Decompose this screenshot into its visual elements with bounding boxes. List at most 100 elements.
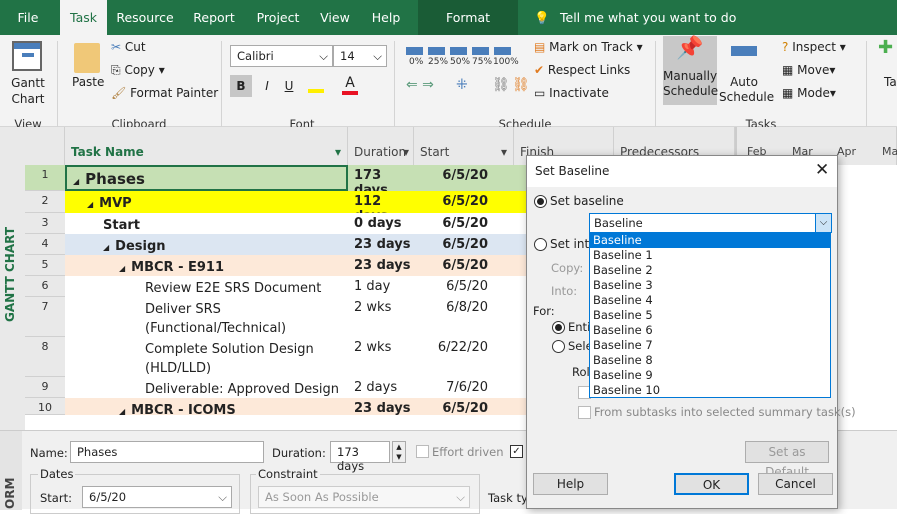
- outdent-icon[interactable]: ⇐ ⇒: [406, 77, 434, 93]
- collapse-triangle-icon[interactable]: ◢: [87, 200, 93, 209]
- task-name-cell[interactable]: Deliverable: Approved Design: [65, 377, 348, 398]
- row-number[interactable]: 8: [25, 337, 65, 377]
- set-interim-radio[interactable]: [534, 238, 547, 251]
- start-date-input[interactable]: 6/5/20 ⌵: [82, 486, 232, 508]
- column-start[interactable]: Start ▾: [414, 127, 514, 165]
- chevron-down-icon[interactable]: ⌵: [815, 214, 831, 232]
- start-cell[interactable]: 6/5/20: [414, 255, 514, 276]
- percent-25-button[interactable]: [428, 47, 445, 55]
- cancel-button[interactable]: Cancel: [758, 473, 833, 495]
- row-number[interactable]: 1: [25, 165, 65, 191]
- baseline-option[interactable]: Baseline 9: [590, 368, 830, 383]
- set-as-default-button[interactable]: Set as Default: [745, 441, 829, 479]
- task-name-cell[interactable]: Review E2E SRS Document: [65, 276, 348, 297]
- baseline-option[interactable]: Baseline 5: [590, 308, 830, 323]
- tab-report[interactable]: Report: [186, 0, 242, 35]
- highlight-color-icon[interactable]: [308, 77, 324, 93]
- collapse-triangle-icon[interactable]: ◢: [119, 264, 125, 273]
- inspect-button[interactable]: ? Inspect ▾: [782, 40, 846, 54]
- percent-50-button[interactable]: [450, 47, 467, 55]
- percent-0-button[interactable]: [406, 47, 423, 55]
- baseline-option[interactable]: Baseline 10: [590, 383, 830, 398]
- baseline-option[interactable]: Baseline 1: [590, 248, 830, 263]
- task-name-cell[interactable]: ◢ MBCR - E911: [65, 255, 348, 276]
- tell-me-search[interactable]: Tell me what you want to do: [560, 0, 736, 35]
- tab-resource[interactable]: Resource: [112, 0, 178, 35]
- bold-button[interactable]: B: [230, 75, 252, 97]
- row-number[interactable]: 5: [25, 255, 65, 276]
- duration-cell[interactable]: 23 days: [348, 398, 414, 416]
- column-task-name[interactable]: Task Name ▾: [65, 127, 348, 165]
- start-cell[interactable]: 6/5/20: [414, 165, 514, 191]
- italic-button[interactable]: I: [256, 75, 278, 97]
- duration-input[interactable]: 173 days: [330, 441, 390, 473]
- collapse-triangle-icon[interactable]: ◢: [103, 243, 109, 252]
- duration-cell[interactable]: 2 wks: [348, 337, 414, 377]
- baseline-select[interactable]: Baseline ⌵: [589, 213, 832, 233]
- task-name-cell[interactable]: Start: [65, 213, 348, 234]
- duration-cell[interactable]: 2 wks: [348, 297, 414, 337]
- tab-task[interactable]: Task: [60, 0, 107, 35]
- effort-driven-checkbox[interactable]: [416, 445, 429, 458]
- auto-schedule-button[interactable]: Auto Schedule: [719, 36, 774, 105]
- entire-project-radio[interactable]: [552, 321, 565, 334]
- font-size-select[interactable]: 14 ⌵: [333, 45, 387, 67]
- close-icon[interactable]: ✕: [815, 160, 829, 180]
- copy-button[interactable]: ⎘ Copy ▾: [111, 63, 165, 78]
- select-all-corner[interactable]: [25, 127, 65, 165]
- unlink-icon[interactable]: ⛓: [512, 77, 530, 93]
- tab-file[interactable]: File: [6, 0, 50, 35]
- paste-button[interactable]: Paste: [72, 75, 104, 89]
- font-color-button[interactable]: A: [342, 75, 358, 95]
- dropdown-arrow-icon[interactable]: ▾: [501, 145, 507, 159]
- task-button[interactable]: Ta: [884, 75, 897, 89]
- start-cell[interactable]: 6/8/20: [414, 297, 514, 337]
- respect-links-button[interactable]: ✔ Respect Links: [534, 63, 630, 77]
- manually-scheduled-checkbox[interactable]: ✓: [510, 445, 523, 458]
- from-subtasks-checkbox[interactable]: [578, 406, 591, 419]
- collapse-triangle-icon[interactable]: ◢: [73, 177, 79, 186]
- selected-tasks-radio[interactable]: [552, 340, 565, 353]
- move-button[interactable]: ▦ Move▾: [782, 63, 835, 77]
- column-duration[interactable]: Duration ▾: [348, 127, 414, 165]
- task-name-cell[interactable]: ◢ MVP: [65, 191, 348, 213]
- duration-cell[interactable]: 1 day: [348, 276, 414, 297]
- link-icon[interactable]: ⛓: [492, 77, 510, 93]
- baseline-option[interactable]: Baseline: [590, 233, 830, 248]
- task-name-cell[interactable]: ◢ Phases: [65, 165, 348, 191]
- split-task-icon[interactable]: ⁜: [456, 77, 468, 93]
- dropdown-arrow-icon[interactable]: ▾: [335, 145, 341, 159]
- start-cell[interactable]: 6/5/20: [414, 398, 514, 416]
- start-cell[interactable]: 6/5/20: [414, 213, 514, 234]
- duration-cell[interactable]: 2 days: [348, 377, 414, 398]
- task-name-cell[interactable]: ◢ MBCR - ICOMS: [65, 398, 348, 418]
- percent-75-button[interactable]: [472, 47, 489, 55]
- row-number[interactable]: 3: [25, 213, 65, 234]
- tab-view[interactable]: View: [314, 0, 356, 35]
- name-input[interactable]: Phases: [70, 441, 264, 463]
- mark-on-track-button[interactable]: ▤ Mark on Track ▾: [534, 40, 643, 54]
- inactivate-button[interactable]: ▭ Inactivate: [534, 86, 609, 100]
- collapse-triangle-icon[interactable]: ◢: [119, 407, 125, 416]
- row-number[interactable]: 9: [25, 377, 65, 398]
- row-number[interactable]: 6: [25, 276, 65, 297]
- duration-cell[interactable]: 0 days: [348, 213, 414, 234]
- row-number[interactable]: 7: [25, 297, 65, 337]
- cut-button[interactable]: ✂ Cut: [111, 40, 146, 54]
- add-task-icon[interactable]: ✚: [878, 37, 893, 58]
- start-cell[interactable]: 6/5/20: [414, 276, 514, 297]
- mode-button[interactable]: ▦ Mode▾: [782, 86, 836, 100]
- task-name-cell[interactable]: Deliver SRS (Functional/Technical): [65, 297, 348, 337]
- baseline-option[interactable]: Baseline 2: [590, 263, 830, 278]
- duration-cell[interactable]: 23 days: [348, 255, 414, 276]
- baseline-option[interactable]: Baseline 4: [590, 293, 830, 308]
- percent-100-button[interactable]: [494, 47, 511, 55]
- row-number[interactable]: 2: [25, 191, 65, 213]
- duration-spinner[interactable]: ▲ ▼: [392, 441, 406, 463]
- duration-cell[interactable]: 112 days: [348, 191, 414, 224]
- ok-button[interactable]: OK: [674, 473, 749, 495]
- tab-format[interactable]: Format: [418, 0, 518, 35]
- baseline-option[interactable]: Baseline 7: [590, 338, 830, 353]
- baseline-option[interactable]: Baseline 3: [590, 278, 830, 293]
- font-family-select[interactable]: Calibri ⌵: [230, 45, 333, 67]
